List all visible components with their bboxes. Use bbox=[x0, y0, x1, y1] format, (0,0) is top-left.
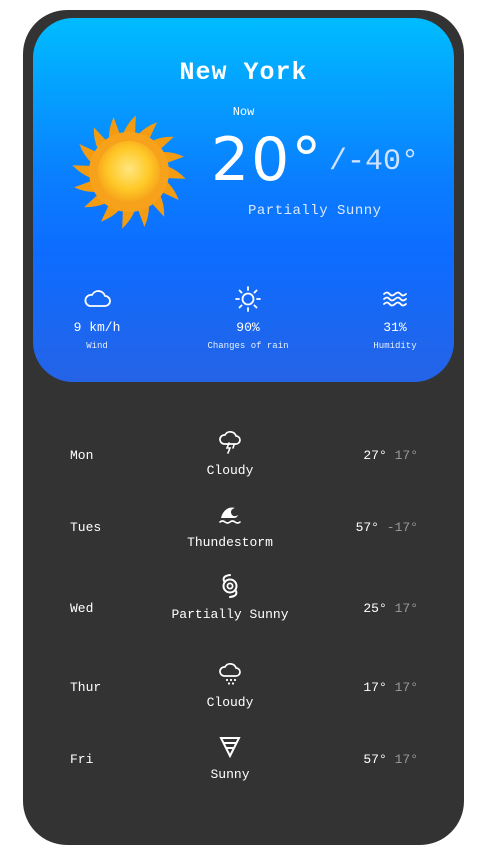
rain-value: 90% bbox=[236, 320, 260, 335]
forecast-low: 17° bbox=[394, 752, 418, 767]
wind-label: Wind bbox=[86, 341, 108, 351]
stat-wind: 9 km/h Wind bbox=[37, 286, 157, 351]
forecast-condition: Cloudy bbox=[163, 662, 297, 711]
forecast-low: -17° bbox=[386, 520, 418, 535]
thunder-cloud-icon bbox=[219, 431, 241, 454]
forecast-temps: 57° -17° bbox=[356, 520, 418, 535]
forecast-low: 17° bbox=[394, 601, 418, 616]
forecast-condition-label: Sunny bbox=[210, 767, 250, 782]
humidity-value: 31% bbox=[383, 320, 407, 335]
forecast-temps: 57° 17° bbox=[363, 752, 418, 767]
stat-humidity: 31% Humidity bbox=[335, 286, 455, 351]
forecast-condition-label: Thundestorm bbox=[187, 535, 273, 550]
forecast-day: Mon bbox=[70, 448, 94, 463]
forecast-high: 25° bbox=[363, 601, 387, 616]
forecast-day: Thur bbox=[70, 680, 102, 695]
forecast-condition: Cloudy bbox=[163, 430, 297, 479]
forecast-temps: 17° 17° bbox=[363, 680, 418, 695]
current-condition: Partially Sunny bbox=[248, 203, 382, 219]
forecast-high: 27° bbox=[363, 448, 387, 463]
sun-outline-icon bbox=[235, 286, 261, 312]
forecast-condition-label: Cloudy bbox=[206, 695, 254, 710]
city-name: New York bbox=[179, 58, 308, 87]
forecast-low: 17° bbox=[394, 448, 418, 463]
hurricane-icon bbox=[222, 574, 238, 598]
wave-icon bbox=[219, 507, 241, 524]
forecast-condition: Thundestorm bbox=[163, 502, 297, 551]
weather-stats: 9 km/h Wind 90% Changes of rain 31% Humi… bbox=[33, 286, 454, 356]
forecast-high: 57° bbox=[355, 520, 379, 535]
current-weather-card: New York Now 20° /-40° Partially Sunny 9… bbox=[33, 18, 454, 382]
forecast-low: 17° bbox=[394, 680, 418, 695]
forecast-day: Fri bbox=[70, 752, 94, 767]
waves-icon bbox=[383, 291, 407, 307]
forecast-condition: Partially Sunny bbox=[163, 574, 297, 623]
forecast-high: 57° bbox=[363, 752, 387, 767]
wind-value: 9 km/h bbox=[73, 320, 121, 335]
hail-cloud-icon bbox=[219, 663, 241, 685]
forecast-condition-label: Partially Sunny bbox=[171, 607, 289, 622]
forecast-condition-label: Cloudy bbox=[206, 463, 254, 478]
forecast-day: Tues bbox=[70, 520, 102, 535]
humidity-label: Humidity bbox=[373, 341, 417, 351]
forecast-day: Wed bbox=[70, 601, 94, 616]
rain-label: Changes of rain bbox=[207, 341, 289, 351]
current-temperature: 20° bbox=[211, 125, 324, 195]
weather-app: New York Now 20° /-40° Partially Sunny 9… bbox=[23, 10, 464, 845]
current-low-temperature: /-40° bbox=[329, 145, 420, 179]
forecast-temps: 27° 17° bbox=[363, 448, 418, 463]
forecast-condition: Sunny bbox=[163, 734, 297, 783]
forecast-high: 17° bbox=[363, 680, 387, 695]
stat-rain: 90% Changes of rain bbox=[188, 286, 308, 351]
sun-icon bbox=[72, 115, 186, 229]
forecast-temps: 25° 17° bbox=[363, 601, 418, 616]
tornado-icon bbox=[219, 737, 241, 758]
cloud-icon bbox=[84, 290, 111, 307]
